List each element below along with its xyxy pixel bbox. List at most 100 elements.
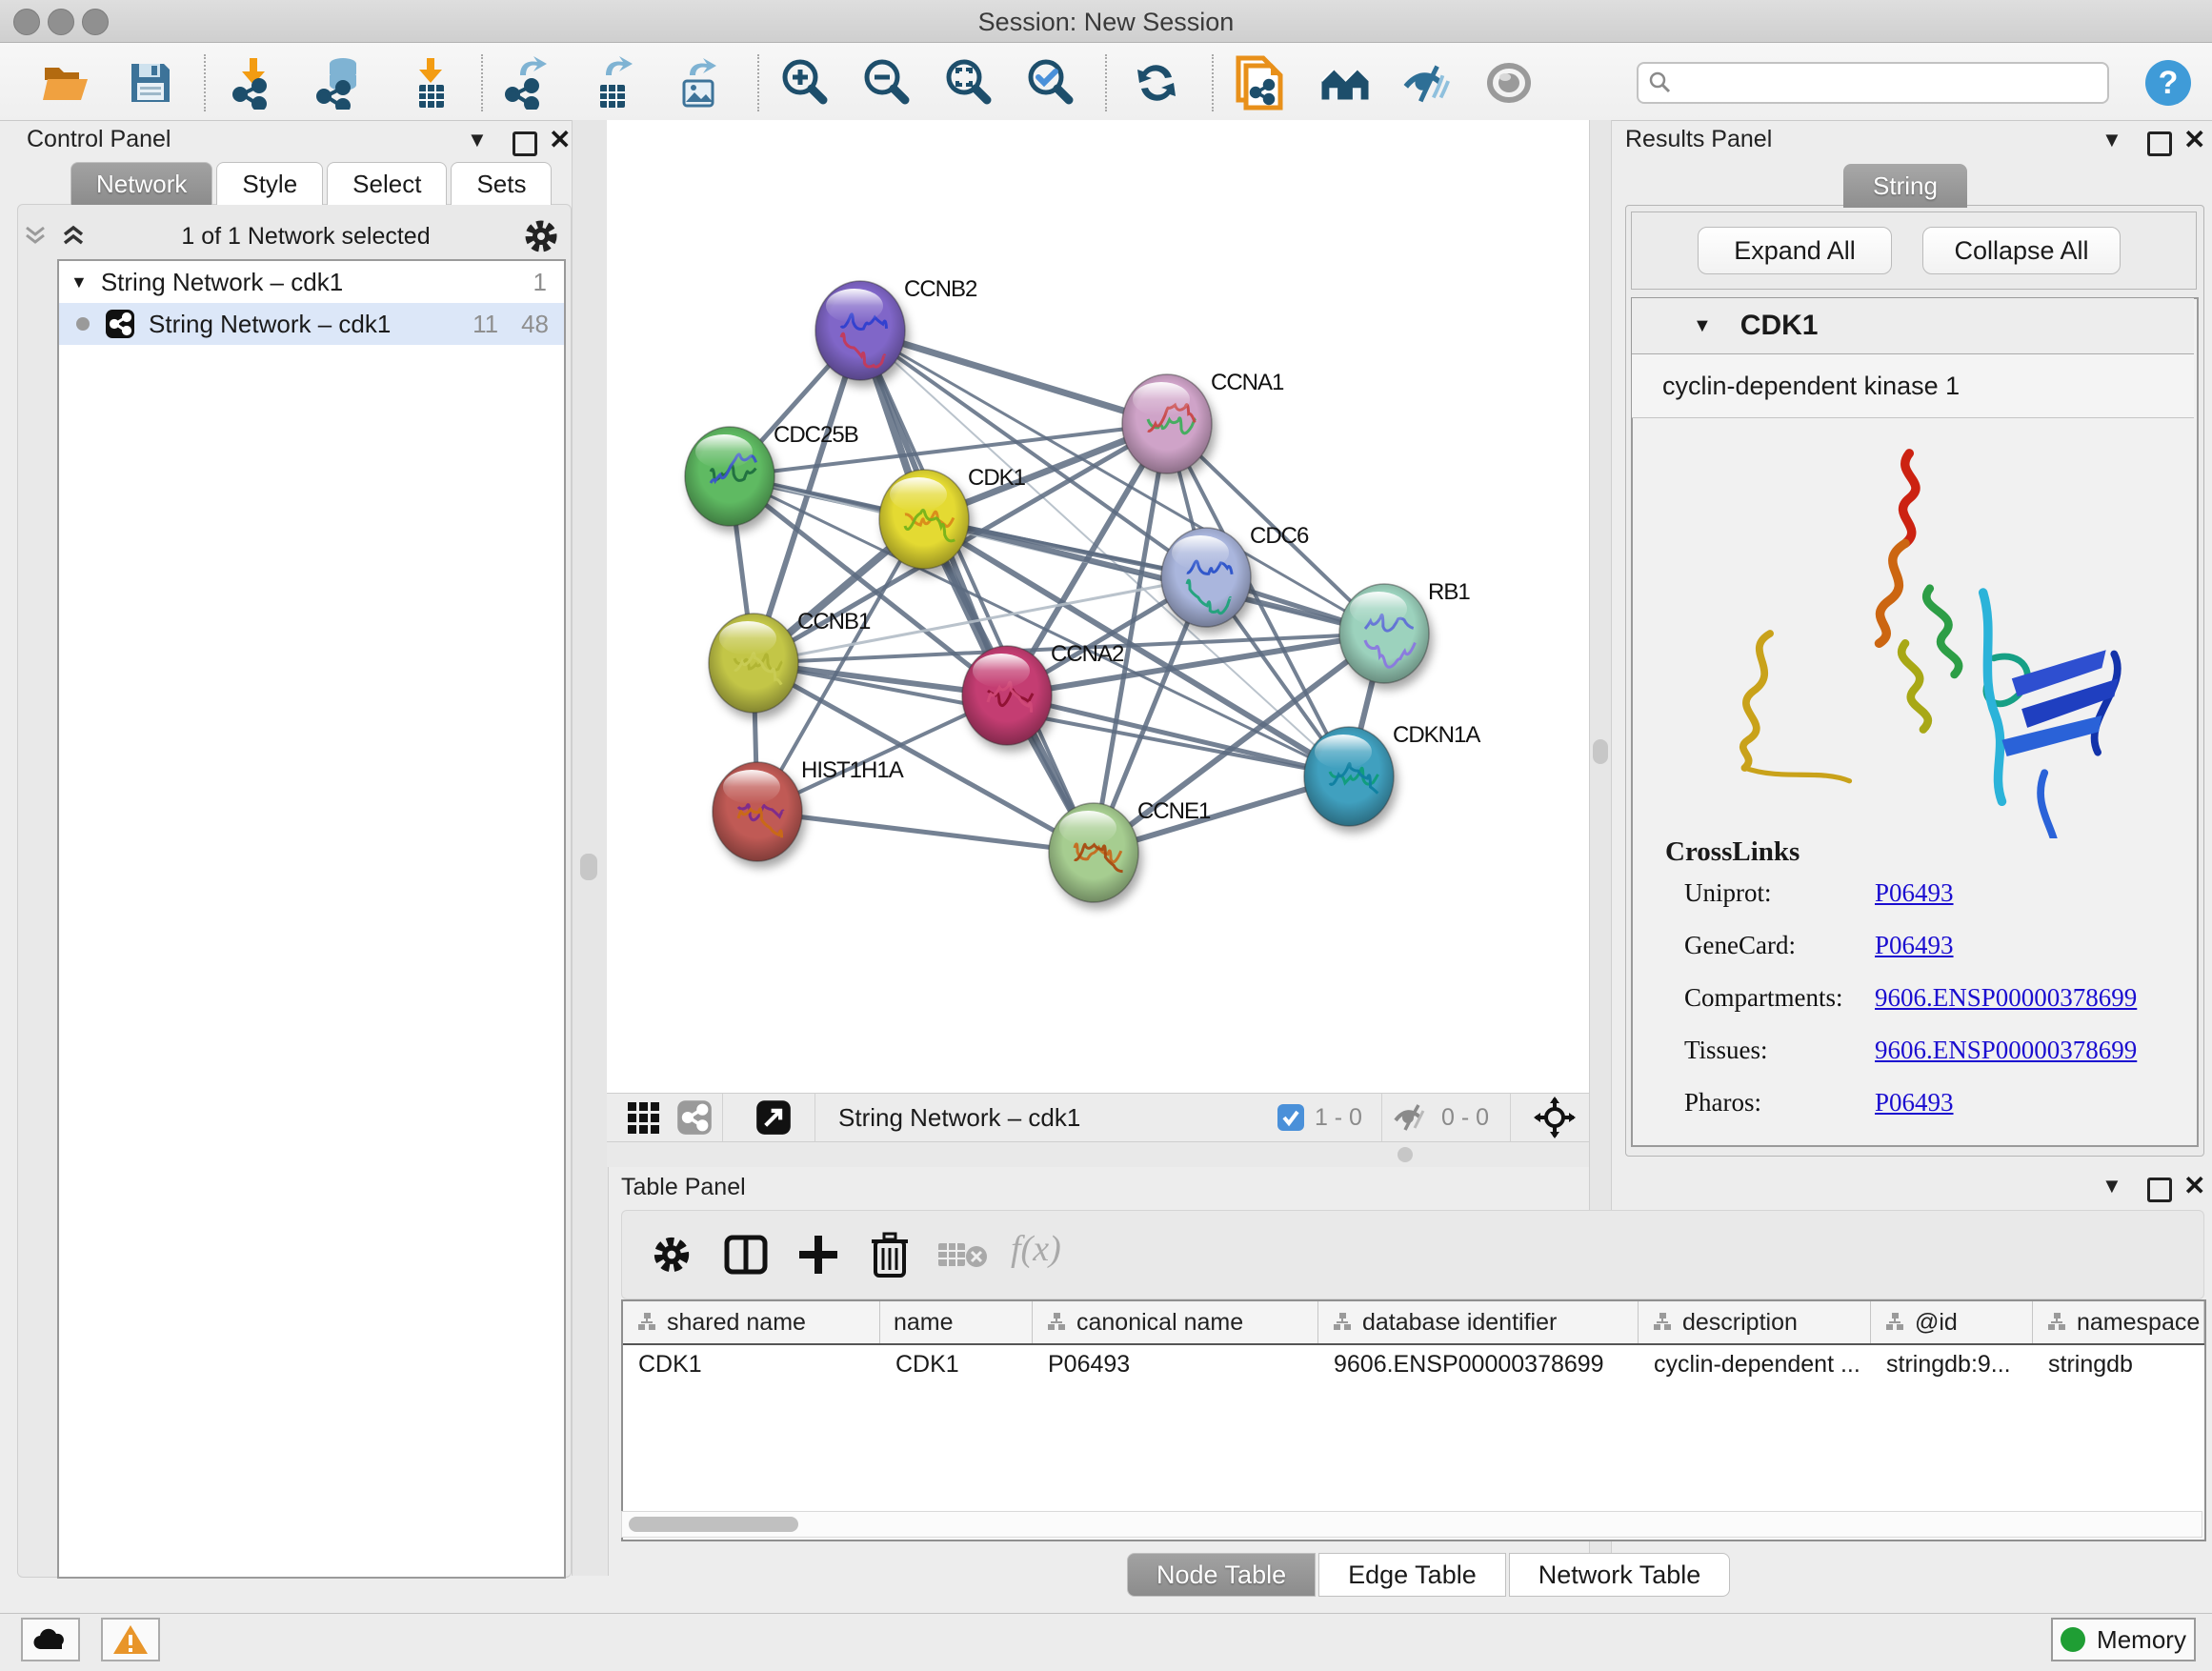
node-ccnb2[interactable] [815,281,905,380]
svg-text:CCNA2: CCNA2 [1051,641,1124,667]
table-row[interactable]: CDK1CDK1P064939606.ENSP00000378699cyclin… [623,1345,2204,1383]
tab-style[interactable]: Style [216,162,323,205]
hide-selected-button[interactable] [1400,56,1454,110]
memory-button[interactable]: Memory [2051,1618,2196,1661]
network-tree-row[interactable]: String Network – cdk1 11 48 [59,303,564,345]
crosslink-link[interactable]: P06493 [1875,878,1954,908]
collapse-all-button[interactable]: Collapse All [1922,227,2121,274]
left-splitter-handle[interactable] [580,854,597,880]
table-cell[interactable]: stringdb [2033,1345,2204,1383]
results-panel-collapse-icon[interactable]: ▼ [2101,128,2122,152]
zoom-out-button[interactable] [859,56,913,110]
crosslink-link[interactable]: P06493 [1875,931,1954,960]
table-panel-collapse-icon[interactable]: ▼ [2101,1174,2122,1198]
tree-expander-icon[interactable]: ▼ [70,272,88,292]
node-ccne1[interactable] [1049,803,1138,902]
save-session-button[interactable] [124,56,177,110]
pan-crosshair-icon[interactable] [1534,1097,1576,1138]
table-cell[interactable]: P06493 [1033,1345,1318,1383]
crosslink-link[interactable]: P06493 [1875,1088,1954,1117]
column-header-id[interactable]: @id [1871,1301,2033,1343]
table-hscrollbar-track[interactable] [621,1511,2202,1538]
control-panel-float-icon[interactable] [513,131,537,161]
grid-view-icon[interactable] [628,1102,659,1134]
node-cdkn1a[interactable] [1304,727,1394,826]
results-tab-string[interactable]: String [1843,164,1967,208]
network-options-gear-icon[interactable] [522,217,560,255]
column-header-sharedname[interactable]: shared name [623,1301,880,1343]
help-button[interactable]: ? [2142,56,2195,110]
node-rb1[interactable] [1339,584,1429,683]
node-cdc25b[interactable] [685,427,774,526]
zoom-selected-button[interactable] [1023,56,1076,110]
delete-column-icon[interactable] [868,1230,912,1279]
export-table-button[interactable] [585,56,638,110]
network-tree-root-row[interactable]: ▼ String Network – cdk1 1 [59,261,564,303]
column-header-namespace[interactable]: namespace [2033,1301,2204,1343]
expand-all-button[interactable]: Expand All [1698,227,1892,274]
table-toolbar: f(x) [621,1210,2204,1299]
node-cdc6[interactable] [1161,528,1251,627]
collapse-all-icon[interactable] [19,222,51,251]
right-splitter-handle[interactable] [1593,739,1608,764]
export-image-button[interactable] [671,56,724,110]
cloud-status-button[interactable] [21,1618,80,1661]
first-neighbors-button[interactable] [1318,56,1372,110]
show-columns-icon[interactable] [723,1232,769,1278]
table-cell[interactable]: CDK1 [880,1345,1033,1383]
selected-checkbox-icon[interactable] [1277,1103,1305,1132]
expand-all-icon[interactable] [57,222,90,251]
table-panel-close-icon[interactable]: ✕ [2183,1170,2205,1201]
horizontal-splitter[interactable] [607,1142,1589,1167]
network-canvas[interactable]: CCNB2CCNA1CDC25BCDK1CDC6RB1CCNB1CCNA2CDK… [607,120,1589,1093]
import-network-database-button[interactable] [314,56,368,110]
show-all-button[interactable] [1482,56,1536,110]
network-nodes[interactable] [685,281,1429,902]
node-hist1h1a[interactable] [713,762,802,861]
results-panel-float-icon[interactable] [2147,131,2172,161]
column-header-name[interactable]: name [880,1301,1033,1343]
tab-network[interactable]: Network [70,162,212,205]
tab-node-table[interactable]: Node Table [1127,1553,1316,1597]
tab-network-table[interactable]: Network Table [1509,1553,1731,1597]
table-cell[interactable]: stringdb:9... [1871,1345,2033,1383]
add-column-icon[interactable] [795,1232,841,1278]
search-input[interactable] [1673,69,2086,97]
node-cdk1[interactable] [879,470,969,569]
column-header-databaseidentifier[interactable]: database identifier [1318,1301,1639,1343]
zoom-fit-button[interactable] [941,56,995,110]
table-cell[interactable]: CDK1 [623,1345,880,1383]
control-panel-collapse-icon[interactable]: ▼ [467,128,488,152]
left-splitter[interactable] [572,120,609,1576]
birds-eye-view-icon[interactable] [755,1099,792,1136]
network-view-icon[interactable] [676,1099,713,1136]
string-import-icon-button[interactable] [1231,56,1284,110]
entry-collapse-icon[interactable]: ▼ [1693,315,1712,337]
table-options-gear-icon[interactable] [651,1234,693,1276]
crosslink-link[interactable]: 9606.ENSP00000378699 [1875,1036,2137,1065]
import-network-button[interactable] [227,56,280,110]
table-cell[interactable]: cyclin-dependent ... [1639,1345,1871,1383]
tab-select[interactable]: Select [327,162,447,205]
warning-status-button[interactable] [101,1618,160,1661]
results-panel-close-icon[interactable]: ✕ [2183,124,2205,155]
column-header-description[interactable]: description [1639,1301,1871,1343]
table-cell[interactable]: 9606.ENSP00000378699 [1318,1345,1639,1383]
crosslink-link[interactable]: 9606.ENSP00000378699 [1875,983,2137,1013]
horizontal-splitter-handle[interactable] [1398,1147,1413,1162]
control-panel-close-icon[interactable]: ✕ [549,124,571,155]
import-table-button[interactable] [404,56,457,110]
refresh-button[interactable] [1130,56,1183,110]
node-ccnb1[interactable] [709,614,798,713]
tab-edge-table[interactable]: Edge Table [1318,1553,1506,1597]
node-ccna1[interactable] [1122,374,1212,473]
results-entry-header[interactable]: ▼ CDK1 [1632,298,2194,354]
zoom-in-button[interactable] [777,56,831,110]
table-panel-float-icon[interactable] [2147,1178,2172,1207]
column-header-canonicalname[interactable]: canonical name [1033,1301,1318,1343]
table-hscrollbar-thumb[interactable] [629,1517,798,1532]
open-session-button[interactable] [41,56,94,110]
node-ccna2[interactable] [962,646,1052,745]
tab-sets[interactable]: Sets [451,162,552,205]
export-network-button[interactable] [499,56,553,110]
